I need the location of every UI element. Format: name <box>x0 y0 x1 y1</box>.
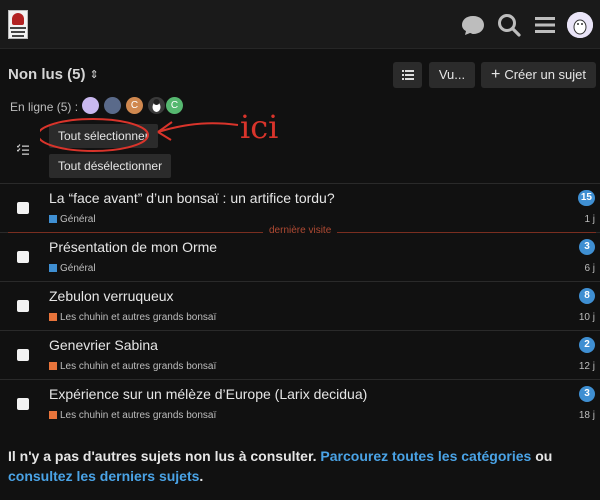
topic-title[interactable]: Présentation de mon Orme <box>49 239 217 255</box>
topic-category[interactable]: Général <box>49 263 96 274</box>
topic-checkbox[interactable] <box>17 349 29 361</box>
site-header <box>0 0 600 49</box>
online-label: En ligne (5) : <box>10 100 79 114</box>
topic-row[interactable]: Présentation de mon Orme Général 3 6 j <box>0 232 600 281</box>
topic-checkbox[interactable] <box>17 202 29 214</box>
topic-checkbox[interactable] <box>17 398 29 410</box>
online-user-avatar[interactable] <box>148 97 165 114</box>
bulk-select-icon[interactable] <box>17 144 29 156</box>
topic-title[interactable]: Zebulon verruqueux <box>49 288 174 304</box>
user-avatar[interactable] <box>567 12 593 38</box>
unread-count-badge[interactable]: 15 <box>577 190 595 206</box>
list-icon <box>401 70 414 80</box>
annotation-text: ici <box>240 108 278 146</box>
unread-count-badge[interactable]: 3 <box>579 386 595 402</box>
unread-count-badge[interactable]: 2 <box>579 337 595 353</box>
topic-age: 18 j <box>578 410 595 421</box>
topic-age: 12 j <box>578 361 595 372</box>
topic-title[interactable]: La “face avant” d’un bonsaï : un artific… <box>49 190 335 206</box>
no-more-topics-message: Il n'y a pas d'autres sujets non lus à c… <box>8 446 598 486</box>
topic-age: 10 j <box>578 312 595 323</box>
topic-row[interactable]: Expérience sur un mélèze d’Europe (Larix… <box>0 379 600 428</box>
create-topic-label: Créer un sujet <box>504 67 586 82</box>
unread-count-badge[interactable]: 3 <box>579 239 595 255</box>
online-user-avatar[interactable] <box>104 97 121 114</box>
select-all-button[interactable]: Tout sélectionner <box>49 124 158 148</box>
chevron-up-down-icon: ⇕ <box>89 69 99 81</box>
topic-category[interactable]: Les chuhin et autres grands bonsaï <box>49 312 216 323</box>
online-user-avatar[interactable]: C <box>166 97 183 114</box>
topic-age: 6 j <box>584 263 595 274</box>
topic-category[interactable]: Les chuhin et autres grands bonsaï <box>49 410 216 421</box>
create-topic-button[interactable]: + Créer un sujet <box>481 62 596 88</box>
all-categories-link[interactable]: Parcourez toutes les catégories <box>320 448 531 464</box>
online-user-avatar[interactable] <box>82 97 99 114</box>
view-button[interactable]: Vu... <box>429 62 475 88</box>
last-visit-label: dernière visite <box>263 225 338 236</box>
topic-age: 1 j <box>584 214 595 225</box>
topic-title[interactable]: Expérience sur un mélèze d’Europe (Larix… <box>49 386 367 402</box>
plus-icon: + <box>491 66 501 83</box>
search-icon[interactable] <box>496 12 522 38</box>
unread-count-badge[interactable]: 8 <box>579 288 595 304</box>
footer-text: Il n'y a pas d'autres sujets non lus à c… <box>8 448 317 464</box>
online-user-avatar[interactable]: C <box>126 97 143 114</box>
footer-period: . <box>199 468 204 484</box>
hamburger-menu-icon[interactable] <box>532 12 558 38</box>
latest-topics-link[interactable]: consultez les derniers sujets <box>8 468 199 484</box>
topic-category[interactable]: Général <box>49 214 96 225</box>
footer-or: ou <box>535 448 553 464</box>
bulk-select-button[interactable] <box>393 62 422 88</box>
topic-checkbox[interactable] <box>17 300 29 312</box>
topic-category[interactable]: Les chuhin et autres grands bonsaï <box>49 361 216 372</box>
bonsai-logo[interactable] <box>8 10 28 39</box>
chat-icon[interactable] <box>460 12 486 38</box>
topic-checkbox[interactable] <box>17 251 29 263</box>
topic-row[interactable]: Zebulon verruqueux Les chuhin et autres … <box>0 281 600 330</box>
topic-row[interactable]: Genevrier Sabina Les chuhin et autres gr… <box>0 330 600 379</box>
unread-filter-dropdown[interactable]: Non lus (5) ⇕ <box>8 66 99 83</box>
topic-title[interactable]: Genevrier Sabina <box>49 337 158 353</box>
deselect-all-button[interactable]: Tout désélectionner <box>49 154 172 178</box>
filter-label: Non lus (5) <box>8 66 86 83</box>
topic-nav: Non lus (5) ⇕ Vu... + Créer un sujet <box>0 62 600 90</box>
